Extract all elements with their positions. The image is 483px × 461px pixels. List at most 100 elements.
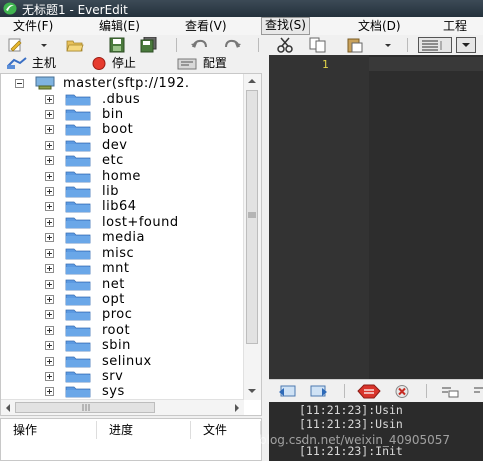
tree-folder-label: misc <box>102 246 135 261</box>
save-icon[interactable] <box>108 37 126 53</box>
tree-vertical-scrollbar[interactable] <box>243 74 261 400</box>
tree-root-label: master(sftp://192. <box>63 76 190 91</box>
scroll-up-icon[interactable] <box>247 77 257 85</box>
folder-icon <box>65 340 91 352</box>
server-icon <box>35 76 55 90</box>
tree-folder-label: selinux <box>102 354 152 369</box>
tree-folder-label: etc <box>102 153 124 168</box>
folder-icon <box>65 155 91 167</box>
code-editor[interactable]: 1 <box>269 55 483 379</box>
expand-icon[interactable] <box>45 187 54 196</box>
panel-splitter[interactable] <box>262 55 269 461</box>
folder-icon <box>65 386 91 398</box>
copy-icon[interactable] <box>309 37 327 53</box>
folder-icon <box>65 109 91 121</box>
col-operation[interactable]: 操作 <box>1 421 97 439</box>
folder-icon <box>65 263 91 275</box>
expand-icon[interactable] <box>45 310 54 319</box>
scroll-down-icon[interactable] <box>247 387 257 395</box>
save-all-icon[interactable] <box>140 37 158 53</box>
expand-icon[interactable] <box>45 264 54 273</box>
folder-icon <box>65 124 91 136</box>
view-mode-icon[interactable] <box>418 37 452 53</box>
host-button[interactable]: 主机 <box>6 56 56 71</box>
toolbar-separator <box>176 38 177 52</box>
tree-folder-label: root <box>102 323 131 338</box>
expand-icon[interactable] <box>45 249 54 258</box>
line-number: 1 <box>322 58 329 71</box>
tree-folder-label: media <box>102 230 145 245</box>
clear-output-icon[interactable] <box>393 384 411 399</box>
more-icon[interactable] <box>473 384 483 399</box>
menu-edit[interactable]: 编辑(E) <box>96 18 143 34</box>
scroll-left-icon[interactable] <box>4 403 12 413</box>
undo-icon[interactable] <box>190 37 208 53</box>
grip-icon <box>248 212 256 218</box>
current-line-highlight <box>369 57 483 71</box>
tree-folder-label: lib64 <box>102 199 137 214</box>
stop-button[interactable]: 停止 <box>92 56 136 71</box>
main-toolbar <box>0 35 483 55</box>
folder-icon <box>65 356 91 368</box>
tree-folder-label: dev <box>102 138 128 153</box>
host-icon <box>7 57 27 69</box>
expand-icon[interactable] <box>45 172 54 181</box>
menu-view[interactable]: 查看(V) <box>182 18 230 34</box>
folder-icon <box>65 294 91 306</box>
chevron-down-icon[interactable] <box>383 37 393 53</box>
expand-icon[interactable] <box>45 341 54 350</box>
window-title: 无标题1 - EverEdit <box>22 3 128 17</box>
remote-file-tree[interactable]: master(sftp://192. .dbus bin boot dev etc hom… <box>0 73 262 416</box>
expand-icon[interactable] <box>45 357 54 366</box>
expand-icon[interactable] <box>45 95 54 104</box>
expand-icon[interactable] <box>45 141 54 150</box>
tree-horizontal-scrollbar[interactable] <box>1 399 244 415</box>
menu-project[interactable]: 工程 <box>440 18 470 34</box>
folder-icon <box>65 325 91 337</box>
cut-icon[interactable] <box>276 37 294 53</box>
new-file-icon[interactable] <box>6 37 24 53</box>
expand-icon[interactable] <box>45 233 54 242</box>
tree-folder-label: mnt <box>102 261 130 276</box>
folder-icon <box>65 94 91 106</box>
folder-icon <box>65 371 91 383</box>
collapse-icon[interactable] <box>15 79 24 88</box>
col-progress[interactable]: 进度 <box>97 421 191 439</box>
folder-icon <box>65 171 91 183</box>
expand-icon[interactable] <box>45 156 54 165</box>
expand-icon[interactable] <box>45 387 54 396</box>
menu-file[interactable]: 文件(F) <box>10 18 56 34</box>
folder-icon <box>65 217 91 229</box>
folder-icon <box>65 201 91 213</box>
chevron-down-icon[interactable] <box>456 37 476 53</box>
output-log[interactable]: [11:21:23]:Usin [11:21:23]:Usin . [11:21… <box>269 402 483 461</box>
stop-icon <box>92 57 106 70</box>
menu-document[interactable]: 文档(D) <box>355 18 404 34</box>
expand-icon[interactable] <box>45 295 54 304</box>
tree-folder-label: opt <box>102 292 125 307</box>
paste-icon[interactable] <box>346 37 364 53</box>
expand-icon[interactable] <box>45 218 54 227</box>
wrap-output-icon[interactable] <box>441 384 459 399</box>
expand-icon[interactable] <box>45 202 54 211</box>
config-icon <box>177 58 197 70</box>
output-prev-icon[interactable] <box>278 384 296 399</box>
tree-folder-label: boot <box>102 122 134 137</box>
redo-icon[interactable] <box>224 37 242 53</box>
scroll-right-icon[interactable] <box>233 403 241 413</box>
open-folder-icon[interactable] <box>66 37 84 53</box>
tree-folder-label: srv <box>102 369 124 384</box>
output-next-icon[interactable] <box>310 384 328 399</box>
line-number-gutter <box>269 55 369 379</box>
stop-icon[interactable] <box>357 384 381 399</box>
chevron-down-icon[interactable] <box>39 37 49 53</box>
expand-icon[interactable] <box>45 280 54 289</box>
expand-icon[interactable] <box>45 372 54 381</box>
config-button[interactable]: 配置 <box>177 56 227 71</box>
expand-icon[interactable] <box>45 326 54 335</box>
expand-icon[interactable] <box>45 110 54 119</box>
toolbar-separator <box>426 384 427 398</box>
tree-folder-label: sbin <box>102 338 131 353</box>
expand-icon[interactable] <box>45 125 54 134</box>
menu-search[interactable]: 查找(S) <box>261 17 310 35</box>
